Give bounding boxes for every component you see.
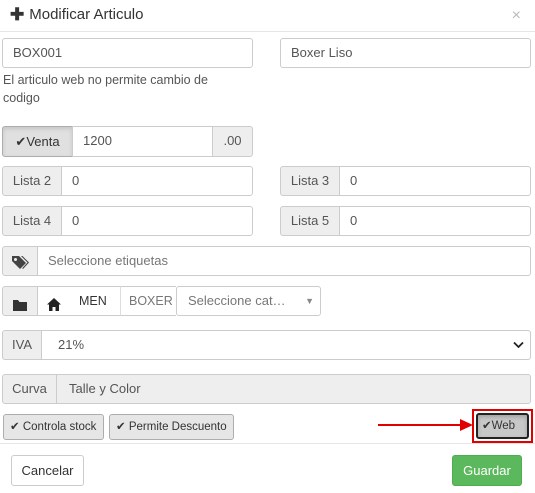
modal-header: ✚ Modificar Articulo ×	[0, 0, 535, 32]
lista4-input[interactable]: 0	[61, 206, 253, 236]
iva-select[interactable]: 21%	[41, 330, 531, 360]
close-icon[interactable]: ×	[512, 7, 521, 25]
nombre-input[interactable]: Boxer Liso	[280, 38, 531, 68]
categoria-select[interactable]: Seleccione cat… ▼	[176, 286, 321, 316]
curva-addon: Curva	[2, 374, 57, 404]
controla-stock-label: Controla stock	[22, 421, 97, 433]
modal-title: ✚ Modificar Articulo	[10, 6, 143, 23]
lista2-input[interactable]: 0	[61, 166, 253, 196]
caret-down-icon: ▼	[305, 296, 314, 306]
check-icon: ✔	[10, 421, 20, 433]
plus-icon: ✚	[10, 5, 25, 24]
web-label: Web	[491, 420, 516, 432]
check-icon: ✔	[15, 134, 27, 149]
tags-addon	[2, 246, 38, 276]
lista5-input[interactable]: 0	[339, 206, 531, 236]
cancel-button[interactable]: Cancelar	[11, 455, 84, 486]
check-icon: ✔	[482, 420, 492, 432]
decimals-addon: .00	[212, 126, 253, 157]
iva-select-value: 21%	[58, 337, 85, 352]
venta-price-input[interactable]: 1200	[72, 126, 213, 157]
folder-addon	[2, 286, 38, 316]
lista5-addon: Lista 5	[280, 206, 340, 236]
codigo-input[interactable]: BOX001	[2, 38, 253, 68]
lista3-input[interactable]: 0	[339, 166, 531, 196]
breadcrumb-home[interactable]	[37, 286, 70, 316]
tags-icon	[12, 256, 29, 269]
modal-title-text: Modificar Articulo	[29, 6, 144, 23]
curva-input: Talle y Color	[56, 374, 531, 404]
web-button[interactable]: ✔Web	[476, 413, 529, 439]
iva-addon: IVA	[2, 330, 42, 360]
lista4-addon: Lista 4	[2, 206, 62, 236]
controla-stock-button[interactable]: ✔ Controla stock	[3, 414, 104, 440]
lista2-addon: Lista 2	[2, 166, 62, 196]
breadcrumb-boxer[interactable]: BOXER	[120, 286, 176, 316]
home-icon	[47, 298, 61, 311]
check-icon: ✔	[116, 421, 126, 433]
breadcrumb-men[interactable]: MEN	[70, 286, 120, 316]
chevron-down-icon	[513, 341, 524, 349]
save-button[interactable]: Guardar	[452, 455, 522, 486]
annotation-arrow	[378, 419, 473, 431]
venta-label: Venta	[26, 134, 60, 149]
permite-descuento-label: Permite Descuento	[128, 421, 227, 433]
categoria-select-value: Seleccione cat…	[188, 293, 286, 308]
venta-button[interactable]: ✔Venta	[2, 126, 73, 157]
folder-icon	[13, 300, 27, 311]
codigo-help-text: El articulo web no permite cambio de cod…	[3, 73, 208, 105]
lista3-addon: Lista 3	[280, 166, 340, 196]
modal-footer: Cancelar Guardar	[0, 443, 535, 493]
etiquetas-input[interactable]: Seleccione etiquetas	[37, 246, 531, 276]
permite-descuento-button[interactable]: ✔ Permite Descuento	[109, 414, 234, 440]
